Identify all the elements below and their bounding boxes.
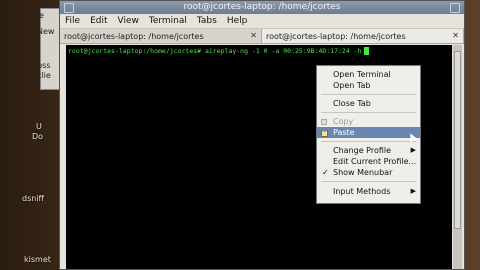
- tab-label: root@jcortes-laptop: /home/jcortes: [266, 31, 406, 41]
- paste-icon: [321, 129, 328, 137]
- menu-item-label: Edit Current Profile...: [333, 157, 417, 166]
- desktop-icon-label[interactable]: Do: [32, 132, 43, 141]
- submenu-arrow-icon: ▶: [410, 187, 416, 195]
- menu-item-close-tab[interactable]: Close Tab: [317, 98, 420, 109]
- scrollbar-thumb[interactable]: [454, 51, 461, 229]
- command-line: root@jcortes-laptop:/home/jcortes# airep…: [68, 47, 369, 55]
- menu-item-label: Paste: [333, 128, 355, 137]
- command-text: root@jcortes-laptop:/home/jcortes# airep…: [68, 47, 362, 55]
- menubar: File Edit View Terminal Tabs Help: [60, 14, 464, 29]
- desktop-label: New: [37, 27, 55, 36]
- scrollbar[interactable]: [453, 45, 462, 269]
- menu-item-open-terminal[interactable]: Open Terminal: [317, 69, 420, 80]
- tab-2[interactable]: root@jcortes-laptop: /home/jcortes ✕: [262, 29, 464, 43]
- tab-1[interactable]: root@jcortes-laptop: /home/jcortes ✕: [60, 29, 262, 43]
- menu-terminal[interactable]: Terminal: [148, 16, 188, 26]
- menu-item-paste[interactable]: Paste: [317, 127, 420, 138]
- menu-item-label: Copy: [333, 117, 354, 126]
- menu-tabs[interactable]: Tabs: [196, 16, 218, 26]
- menu-file[interactable]: File: [64, 16, 81, 26]
- desktop-icon-label[interactable]: kismet: [24, 255, 51, 264]
- menu-separator: [321, 181, 416, 182]
- desktop-icon-label[interactable]: U: [36, 122, 42, 131]
- menu-separator: [321, 112, 416, 113]
- copy-icon: [321, 118, 328, 125]
- menu-item-label: Change Profile: [333, 146, 392, 155]
- menu-item-label: Close Tab: [333, 99, 371, 108]
- tab-label: root@jcortes-laptop: /home/jcortes: [64, 31, 204, 41]
- menu-item-show-menubar[interactable]: ✓ Show Menubar: [317, 167, 420, 178]
- menu-item-label: Open Tab: [333, 81, 371, 90]
- menu-item-label: Open Terminal: [333, 70, 391, 79]
- menu-view[interactable]: View: [117, 16, 140, 26]
- window-title: root@jcortes-laptop: /home/jcortes: [183, 2, 341, 12]
- menu-separator: [321, 94, 416, 95]
- submenu-arrow-icon: ▶: [410, 146, 416, 154]
- close-tab-icon[interactable]: ✕: [250, 31, 257, 40]
- menu-item-input-methods[interactable]: Input Methods ▶: [317, 186, 420, 197]
- menu-item-label: Input Methods: [333, 187, 391, 196]
- menu-help[interactable]: Help: [226, 16, 249, 26]
- menu-item-edit-profile[interactable]: Edit Current Profile...: [317, 156, 420, 167]
- desktop-label: e: [39, 11, 44, 20]
- checkmark-icon: ✓: [322, 168, 329, 177]
- text-cursor: [363, 47, 369, 55]
- menu-separator: [321, 141, 416, 142]
- desktop-icon-label[interactable]: dsniff: [22, 194, 44, 203]
- menu-item-copy: Copy: [317, 116, 420, 127]
- menu-edit[interactable]: Edit: [89, 16, 108, 26]
- close-icon[interactable]: [450, 3, 460, 13]
- menu-item-open-tab[interactable]: Open Tab: [317, 80, 420, 91]
- desktop-label: bss: [37, 61, 51, 70]
- close-tab-icon[interactable]: ✕: [452, 31, 459, 40]
- context-menu: Open Terminal Open Tab Close Tab Copy Pa…: [316, 65, 421, 204]
- menu-item-change-profile[interactable]: Change Profile ▶: [317, 145, 420, 156]
- title-bar[interactable]: root@jcortes-laptop: /home/jcortes: [60, 1, 464, 14]
- tab-bar: root@jcortes-laptop: /home/jcortes ✕ roo…: [60, 29, 464, 44]
- menu-item-label: Show Menubar: [333, 168, 393, 177]
- desktop-label: clie: [37, 71, 51, 80]
